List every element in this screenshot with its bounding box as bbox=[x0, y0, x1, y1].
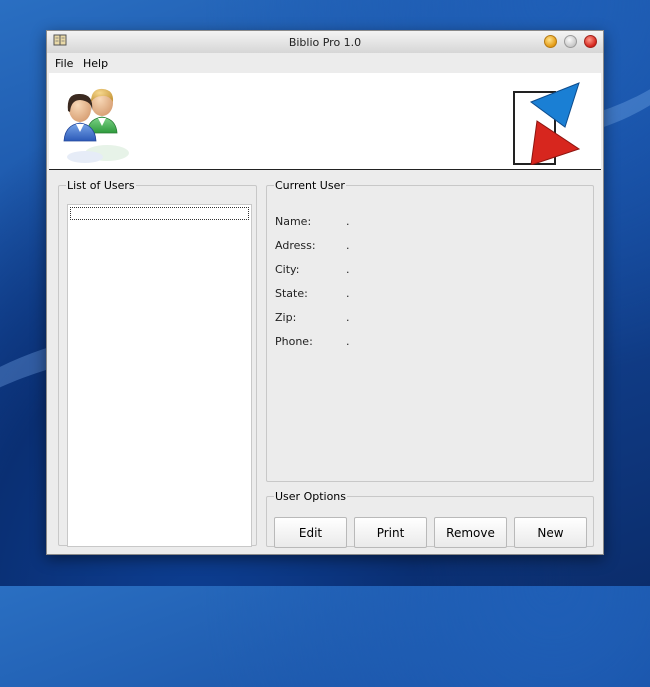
list-item[interactable] bbox=[70, 207, 249, 220]
print-button[interactable]: Print bbox=[354, 517, 427, 548]
app-window: Biblio Pro 1.0 File Help List of Users C… bbox=[46, 30, 604, 555]
users-list-group: List of Users bbox=[58, 179, 257, 547]
new-button[interactable]: New bbox=[514, 517, 587, 548]
current-user-group: Current User Name: . Adress: . City: . S… bbox=[266, 179, 594, 482]
city-value: . bbox=[346, 263, 350, 276]
menu-file[interactable]: File bbox=[55, 57, 73, 70]
users-list-legend: List of Users bbox=[67, 179, 135, 192]
name-label: Name: bbox=[275, 215, 312, 228]
menu-bar: File Help bbox=[47, 53, 603, 73]
close-button[interactable] bbox=[584, 35, 597, 48]
zip-label: Zip: bbox=[275, 311, 297, 324]
phone-value: . bbox=[346, 335, 350, 348]
title-bar[interactable]: Biblio Pro 1.0 bbox=[47, 31, 603, 54]
phone-label: Phone: bbox=[275, 335, 313, 348]
address-label: Adress: bbox=[275, 239, 316, 252]
name-value: . bbox=[346, 215, 350, 228]
address-value: . bbox=[346, 239, 350, 252]
minimize-button[interactable] bbox=[544, 35, 557, 48]
zip-value: . bbox=[346, 311, 350, 324]
users-icon bbox=[63, 88, 129, 163]
header-banner bbox=[49, 73, 601, 170]
state-value: . bbox=[346, 287, 350, 300]
menu-help[interactable]: Help bbox=[83, 57, 108, 70]
maximize-button[interactable] bbox=[564, 35, 577, 48]
users-listbox[interactable] bbox=[67, 204, 252, 547]
user-options-legend: User Options bbox=[275, 490, 347, 503]
current-user-legend: Current User bbox=[275, 179, 345, 192]
state-label: State: bbox=[275, 287, 308, 300]
city-label: City: bbox=[275, 263, 300, 276]
edit-button[interactable]: Edit bbox=[274, 517, 347, 548]
biblio-logo-icon bbox=[513, 82, 581, 165]
remove-button[interactable]: Remove bbox=[434, 517, 507, 548]
window-title: Biblio Pro 1.0 bbox=[288, 36, 362, 49]
user-options-group: User Options Edit Print Remove New bbox=[266, 490, 594, 548]
